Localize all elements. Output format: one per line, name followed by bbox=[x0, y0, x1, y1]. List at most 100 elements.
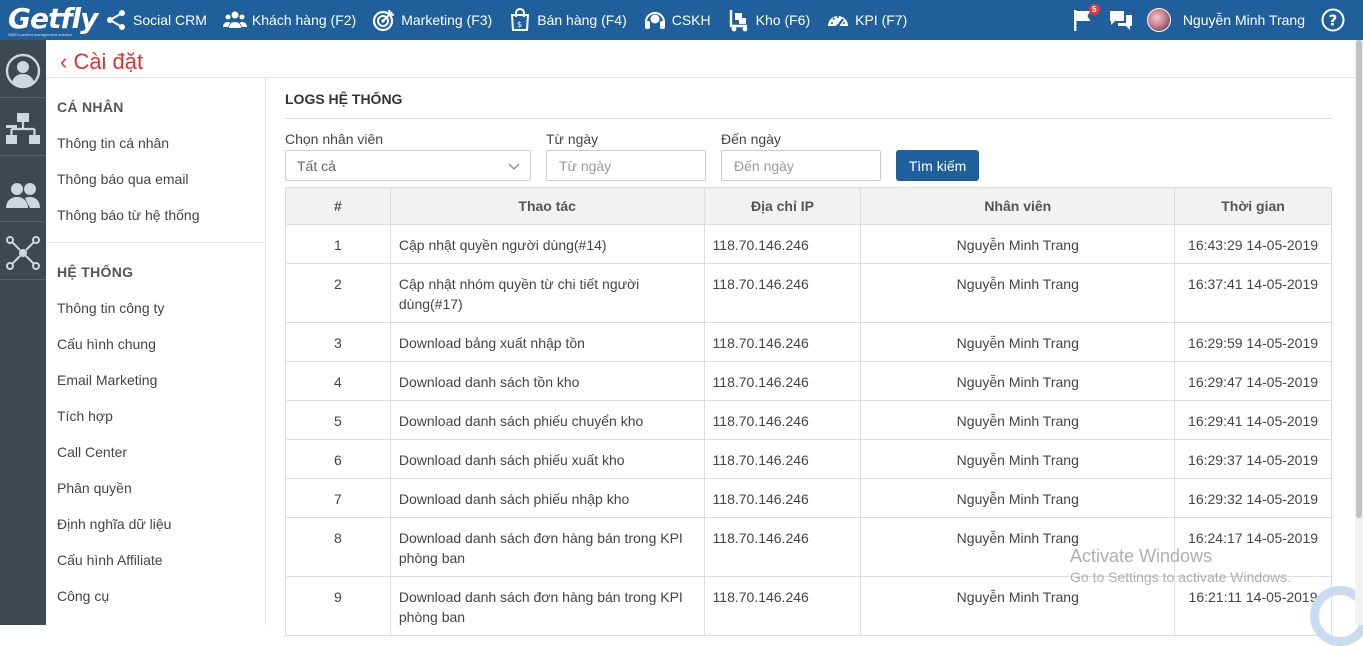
notification-flag[interactable]: 5 bbox=[1071, 4, 1100, 32]
cell-time: 16:29:32 14-05-2019 bbox=[1174, 478, 1332, 518]
chat-icon bbox=[1109, 11, 1132, 30]
help-button[interactable]: ? bbox=[1321, 8, 1345, 32]
nav-cskh[interactable]: CSKH bbox=[643, 0, 711, 40]
share-icon bbox=[107, 10, 125, 30]
table-row: 8 Download danh sách đơn hàng bán trong … bbox=[285, 517, 1332, 577]
cell-action: Download danh sách phiếu nhập kho bbox=[389, 478, 705, 518]
search-button[interactable]: Tìm kiếm bbox=[896, 150, 979, 181]
cell-time: 16:29:47 14-05-2019 bbox=[1174, 361, 1332, 401]
cell-action: Download danh sách đơn hàng bán trong KP… bbox=[389, 576, 705, 636]
left-rail bbox=[0, 40, 46, 625]
org-chart-icon bbox=[6, 112, 40, 144]
nav-khach-hang[interactable]: Khách hàng (F2) bbox=[222, 0, 356, 40]
cell-employee: Nguyễn Minh Trang bbox=[860, 478, 1176, 518]
column-header-ip[interactable]: Địa chỉ IP bbox=[703, 187, 862, 225]
column-header-employee[interactable]: Nhân viên bbox=[860, 187, 1176, 225]
column-header-action[interactable]: Thao tác bbox=[389, 187, 705, 225]
nav-kpi[interactable]: KPI (F7) bbox=[826, 0, 907, 40]
page-scrollbar[interactable] bbox=[1355, 40, 1363, 625]
scrollbar-thumb[interactable] bbox=[1356, 40, 1362, 518]
top-right-tools: 5 Nguyễn Minh Trang ? bbox=[1071, 0, 1363, 40]
page-header: ‹ Cài đặt bbox=[46, 40, 1355, 78]
back-to-settings-link[interactable]: ‹ Cài đặt bbox=[60, 49, 143, 75]
sidebar-item-data-definition[interactable]: Định nghĩa dữ liệu bbox=[57, 516, 171, 532]
logo-text: Getfly bbox=[8, 2, 98, 35]
cell-employee: Nguyễn Minh Trang bbox=[860, 576, 1176, 636]
getfly-logo[interactable]: Getfly SME's perfect management solution bbox=[2, 2, 98, 38]
cell-action: Cập nhật nhóm quyền từ chi tiết người dù… bbox=[389, 263, 705, 323]
cell-time: 16:29:41 14-05-2019 bbox=[1174, 400, 1332, 440]
cell-ip: 118.70.146.246 bbox=[703, 361, 862, 401]
sidebar-item-email-marketing[interactable]: Email Marketing bbox=[57, 372, 157, 388]
shopping-bag-icon: $ bbox=[511, 8, 530, 31]
cell-employee: Nguyễn Minh Trang bbox=[860, 400, 1176, 440]
cell-action: Download danh sách phiếu chuyển kho bbox=[389, 400, 705, 440]
cell-number: 6 bbox=[285, 439, 391, 479]
cell-action: Download bảng xuất nhập tồn bbox=[389, 322, 705, 362]
sidebar-item-general-config[interactable]: Cấu hình chung bbox=[57, 336, 156, 352]
employee-select[interactable]: Tất cả bbox=[285, 150, 531, 181]
avatar[interactable] bbox=[1146, 8, 1171, 32]
cell-ip: 118.70.146.246 bbox=[703, 400, 862, 440]
main-nav: Social CRM Khách hàng (F2) Marketing (F3… bbox=[104, 0, 923, 40]
chat-button[interactable] bbox=[1109, 8, 1133, 32]
section-title-system: HỆ THỐNG bbox=[57, 264, 134, 280]
cell-time: 16:37:41 14-05-2019 bbox=[1174, 263, 1332, 323]
nav-ban-hang[interactable]: $ Bán hàng (F4) bbox=[508, 0, 627, 40]
sidebar-item-permissions[interactable]: Phân quyền bbox=[57, 480, 132, 496]
column-header-number[interactable]: # bbox=[285, 187, 391, 225]
cell-employee: Nguyễn Minh Trang bbox=[860, 322, 1176, 362]
sidebar-item-company-info[interactable]: Thông tin công ty bbox=[57, 300, 164, 316]
to-date-label: Đến ngày bbox=[721, 131, 781, 147]
cell-ip: 118.70.146.246 bbox=[703, 576, 862, 636]
cell-number: 2 bbox=[285, 263, 391, 323]
from-date-input[interactable] bbox=[546, 150, 706, 181]
cell-ip: 118.70.146.246 bbox=[703, 322, 862, 362]
sidebar-item-system-notifications[interactable]: Thông báo từ hệ thống bbox=[57, 207, 199, 223]
logo-tagline: SME's perfect management solution bbox=[8, 32, 73, 37]
table-header-row: # Thao tác Địa chỉ IP Nhân viên Thời gia… bbox=[285, 187, 1332, 225]
column-header-time[interactable]: Thời gian bbox=[1174, 187, 1332, 225]
cell-number: 5 bbox=[285, 400, 391, 440]
sidebar-item-integration[interactable]: Tích hợp bbox=[57, 408, 113, 424]
employee-select-value: Tất cả bbox=[297, 158, 336, 174]
table-row: 9 Download danh sách đơn hàng bán trong … bbox=[285, 576, 1332, 636]
sidebar-item-email-notifications[interactable]: Thông báo qua email bbox=[57, 171, 189, 187]
cell-number: 9 bbox=[285, 576, 391, 636]
nav-kho[interactable]: Kho (F6) bbox=[727, 0, 810, 40]
table-row: 3 Download bảng xuất nhập tồn 118.70.146… bbox=[285, 322, 1332, 362]
rail-network[interactable] bbox=[0, 226, 46, 280]
table-row: 5 Download danh sách phiếu chuyển kho 11… bbox=[285, 400, 1332, 440]
sidebar-item-affiliate-config[interactable]: Cấu hình Affiliate bbox=[57, 552, 163, 568]
user-name[interactable]: Nguyễn Minh Trang bbox=[1183, 12, 1305, 28]
network-icon bbox=[6, 235, 40, 270]
nav-label: CSKH bbox=[671, 12, 711, 28]
hand-truck-icon bbox=[729, 10, 748, 32]
nav-marketing[interactable]: Marketing (F3) bbox=[372, 0, 492, 40]
gauge-icon bbox=[828, 16, 849, 28]
page-title: LOGS HỆ THỐNG bbox=[285, 91, 403, 107]
table-row: 4 Download danh sách tồn kho 118.70.146.… bbox=[285, 361, 1332, 401]
sidebar-item-personal-info[interactable]: Thông tin cá nhân bbox=[57, 135, 169, 151]
sidebar-item-tools[interactable]: Công cụ bbox=[57, 588, 109, 604]
nav-social-crm[interactable]: Social CRM bbox=[104, 0, 207, 40]
sidebar-divider bbox=[46, 242, 265, 243]
table-row: 2 Cập nhật nhóm quyền từ chi tiết người … bbox=[285, 263, 1332, 323]
team-icon bbox=[6, 182, 40, 208]
nav-label: Kho (F6) bbox=[755, 12, 811, 28]
sidebar-item-call-center[interactable]: Call Center bbox=[57, 444, 127, 460]
notification-badge: 5 bbox=[1088, 4, 1100, 15]
rail-org-chart[interactable] bbox=[0, 102, 46, 156]
cell-employee: Nguyễn Minh Trang bbox=[860, 517, 1176, 577]
cell-number: 3 bbox=[285, 322, 391, 362]
to-date-input[interactable] bbox=[721, 150, 881, 181]
cell-time: 16:43:29 14-05-2019 bbox=[1174, 224, 1332, 264]
cell-employee: Nguyễn Minh Trang bbox=[860, 361, 1176, 401]
cell-number: 1 bbox=[285, 224, 391, 264]
rail-team[interactable] bbox=[0, 168, 46, 222]
cell-action: Download danh sách tồn kho bbox=[389, 361, 705, 401]
target-icon bbox=[373, 9, 395, 32]
rail-profile[interactable] bbox=[0, 44, 46, 98]
cell-number: 4 bbox=[285, 361, 391, 401]
cell-ip: 118.70.146.246 bbox=[703, 224, 862, 264]
